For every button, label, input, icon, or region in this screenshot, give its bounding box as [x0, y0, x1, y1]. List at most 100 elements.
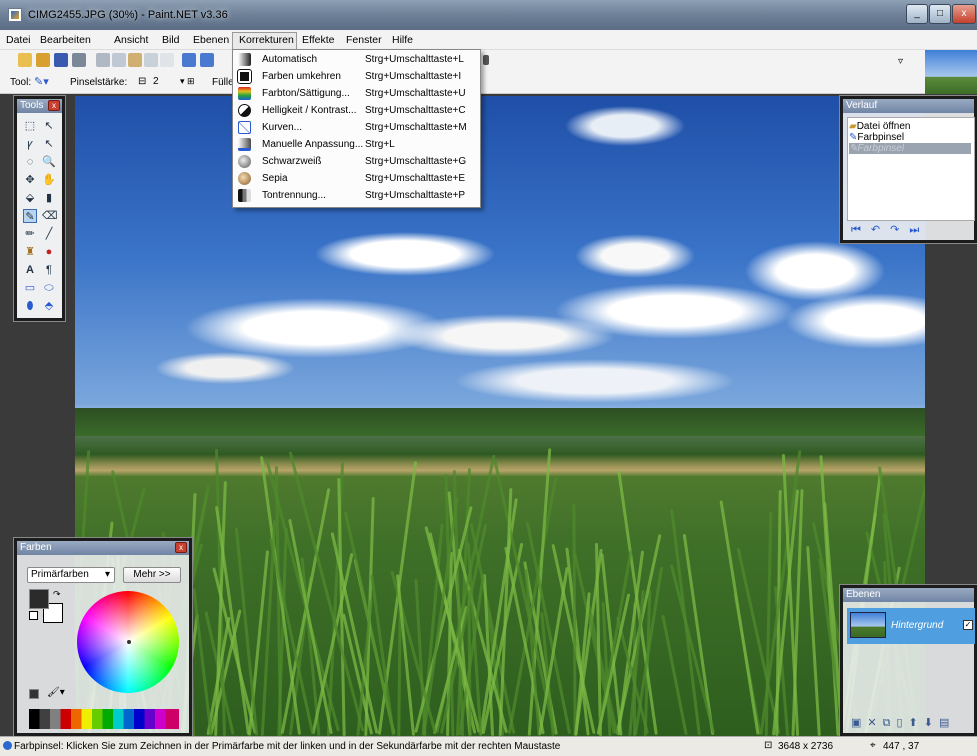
- undo-icon[interactable]: [182, 53, 196, 67]
- history-nav-icons[interactable]: ⏮↶↷⏭: [851, 223, 929, 237]
- black-white-icon: [238, 155, 251, 168]
- tools-panel: Tools x ⬚ ↖ ꝩ ↖ ◌ 🔍 ✥ ✋ ⬙ ▮ ✎ ⌫ ✏ ╱ ♜ ● …: [14, 96, 65, 321]
- maximize-button[interactable]: □: [929, 4, 951, 24]
- menu-item-label: Manuelle Anpassung...: [262, 139, 364, 150]
- line-curve-icon[interactable]: ¶: [42, 263, 56, 277]
- reset-colors-icon[interactable]: [29, 611, 38, 620]
- color-wheel-cursor: [127, 640, 131, 644]
- colors-panel-title: Farben: [17, 541, 189, 555]
- layer-thumbnail: [850, 612, 886, 638]
- history-item[interactable]: ✎Farbpinsel: [849, 132, 904, 143]
- deselect-icon[interactable]: [160, 53, 174, 67]
- zoom-icon[interactable]: 🔍: [42, 155, 56, 169]
- clone-stamp-icon[interactable]: ♜: [23, 245, 37, 259]
- colors-panel: Farben x Primärfarben ▾ Mehr >> ↷ 🖌▾: [14, 538, 192, 736]
- menu-item-label: Helligkeit / Kontrast...: [262, 105, 357, 116]
- image-list-arrow-icon[interactable]: ▿: [898, 56, 903, 67]
- rectangle-icon[interactable]: ▭: [23, 281, 37, 295]
- color-mode-select[interactable]: Primärfarben ▾: [27, 567, 115, 583]
- color-picker-icon[interactable]: ╱: [42, 227, 56, 241]
- brush-decrease-icon[interactable]: ⊟: [138, 76, 146, 87]
- image-canvas[interactable]: [75, 96, 925, 736]
- menu-item-tontrennung[interactable]: Tontrennung... Strg+Umschalttaste+P: [234, 187, 479, 204]
- history-item-selected[interactable]: ✎Farbpinsel: [849, 143, 971, 154]
- copy-icon[interactable]: [112, 53, 126, 67]
- more-colors-button[interactable]: Mehr >>: [123, 567, 181, 583]
- brush-size-dropdown-icon[interactable]: ▾ ⊞: [180, 76, 195, 87]
- text-icon[interactable]: A: [23, 263, 37, 277]
- image-thumbnail[interactable]: [925, 50, 977, 94]
- layer-row[interactable]: Hintergrund ✓: [847, 608, 975, 644]
- menu-korrekturen[interactable]: Korrekturen: [239, 34, 294, 46]
- chevron-down-icon: ▾: [104, 569, 110, 580]
- pan-icon[interactable]: ✋: [42, 173, 56, 187]
- layer-actions-icons[interactable]: ▣✕⧉▯⬆⬇▤: [851, 716, 955, 730]
- crop-icon[interactable]: [144, 53, 158, 67]
- image-size-icon: ⊡: [764, 740, 773, 751]
- cursor-position-icon: ⌖: [870, 740, 876, 751]
- menu-hilfe[interactable]: Hilfe: [392, 34, 413, 46]
- gradient-icon[interactable]: ▮: [42, 191, 56, 205]
- recolor-icon[interactable]: ●: [42, 245, 56, 259]
- history-item[interactable]: ▰Datei öffnen: [849, 121, 910, 132]
- paint-bucket-icon[interactable]: ⬙: [23, 191, 37, 205]
- magic-wand-icon[interactable]: ✥: [23, 173, 37, 187]
- brush-size-input[interactable]: 2: [153, 76, 175, 89]
- cut-icon[interactable]: [96, 53, 110, 67]
- ellipse-icon[interactable]: ⬮: [23, 299, 37, 313]
- cursor-position: 447 , 37: [883, 741, 920, 752]
- ellipse-select-icon[interactable]: ◌: [23, 155, 37, 169]
- move-selection-icon[interactable]: ↖: [42, 119, 56, 133]
- new-file-icon[interactable]: [18, 53, 32, 67]
- menu-fenster[interactable]: Fenster: [346, 34, 382, 46]
- colors-panel-close-button[interactable]: x: [175, 542, 187, 553]
- menu-bearbeiten[interactable]: Bearbeiten: [40, 34, 91, 46]
- minimize-button[interactable]: _: [906, 4, 928, 24]
- paintbrush-tool-icon[interactable]: ✎▾: [34, 75, 49, 88]
- window-title: CIMG2455.JPG (30%) - Paint.NET v3.36: [28, 9, 228, 21]
- open-file-icon[interactable]: [36, 53, 50, 67]
- menu-item-shortcut: Strg+Umschalttaste+E: [365, 173, 466, 184]
- menu-item-schwarzweiss[interactable]: Schwarzweiß Strg+Umschalttaste+G: [234, 153, 479, 170]
- pencil-icon[interactable]: ✏: [23, 227, 37, 241]
- layer-visibility-checkbox[interactable]: ✓: [963, 620, 973, 630]
- rectangle-select-icon[interactable]: ⬚: [23, 119, 37, 133]
- paintbrush-icon[interactable]: ✎: [23, 209, 37, 223]
- app-icon: [8, 8, 22, 22]
- eraser-icon[interactable]: ⌫: [42, 209, 58, 223]
- menu-item-shortcut: Strg+Umschalttaste+L: [365, 54, 464, 65]
- palette-menu-icon[interactable]: [29, 689, 39, 699]
- swap-colors-icon[interactable]: ↷: [53, 589, 61, 600]
- menu-datei[interactable]: Datei: [6, 34, 31, 46]
- menu-item-manuelle-anpassung[interactable]: Manuelle Anpassung... Strg+L: [234, 136, 479, 153]
- brightness-contrast-icon: [238, 104, 251, 117]
- freeform-shape-icon[interactable]: ⬘: [42, 299, 56, 313]
- paste-icon[interactable]: [128, 53, 142, 67]
- close-button[interactable]: x: [952, 4, 976, 24]
- toolbar-overflow-icon[interactable]: [483, 55, 489, 65]
- menu-bild[interactable]: Bild: [162, 34, 180, 46]
- redo-icon[interactable]: [200, 53, 214, 67]
- lasso-select-icon[interactable]: ꝩ: [23, 137, 37, 151]
- menu-item-farbton-saettigung[interactable]: Farbton/Sättigung... Strg+Umschalttaste+…: [234, 85, 479, 102]
- menu-item-farben-umkehren[interactable]: Farben umkehren Strg+Umschalttaste+I: [234, 68, 479, 85]
- menu-ebenen[interactable]: Ebenen: [193, 34, 229, 46]
- primary-color-swatch[interactable]: [29, 589, 49, 609]
- menu-effekte[interactable]: Effekte: [302, 34, 335, 46]
- menu-item-automatisch[interactable]: Automatisch Strg+Umschalttaste+L: [234, 51, 479, 68]
- move-selected-icon[interactable]: ↖: [42, 137, 56, 151]
- menu-item-kurven[interactable]: Kurven... Strg+Umschalttaste+M: [234, 119, 479, 136]
- palette-options-icon[interactable]: 🖌▾: [47, 687, 65, 698]
- menu-item-sepia[interactable]: Sepia Strg+Umschalttaste+E: [234, 170, 479, 187]
- menu-ansicht[interactable]: Ansicht: [114, 34, 148, 46]
- color-swatches[interactable]: [29, 709, 179, 729]
- menu-item-label: Kurven...: [262, 122, 303, 133]
- history-item-label: Farbpinsel: [857, 132, 905, 143]
- rounded-rectangle-icon[interactable]: ⬭: [42, 281, 56, 295]
- menu-item-helligkeit-kontrast[interactable]: Helligkeit / Kontrast... Strg+Umschaltta…: [234, 102, 479, 119]
- menu-item-shortcut: Strg+Umschalttaste+U: [365, 88, 466, 99]
- print-icon[interactable]: [72, 53, 86, 67]
- menu-item-shortcut: Strg+Umschalttaste+M: [365, 122, 467, 133]
- save-icon[interactable]: [54, 53, 68, 67]
- tools-panel-close-button[interactable]: x: [48, 100, 60, 111]
